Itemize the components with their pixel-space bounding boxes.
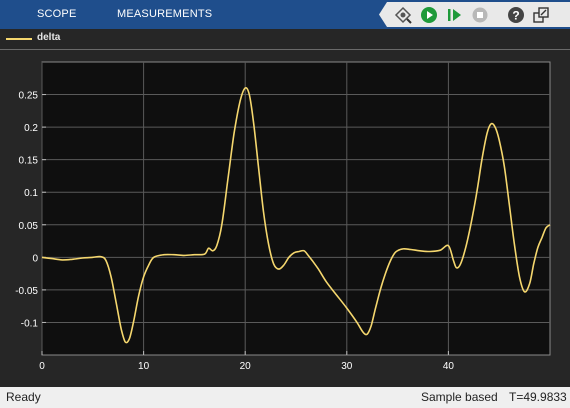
y-tick-label: 0.15 (19, 156, 39, 167)
scope-plot[interactable]: 0 10 20 30 40 -0.1 -0.05 0 0.05 0.1 0.15 0.2 0.25 (0, 50, 570, 387)
header-bar: SCOPE MEASUREMENTS ? (0, 0, 570, 29)
tab-scope[interactable]: SCOPE (37, 8, 77, 20)
undock-icon[interactable] (531, 5, 551, 25)
y-tick-label: 0.1 (24, 188, 38, 199)
y-tick-label: 0.25 (19, 91, 39, 102)
x-tick-label: 30 (341, 361, 353, 372)
y-tick-label: 0.2 (24, 123, 38, 134)
x-tick-label: 0 (39, 361, 45, 372)
help-icon[interactable]: ? (506, 5, 526, 25)
svg-text:?: ? (512, 9, 519, 23)
legend-line-swatch (6, 38, 32, 40)
run-icon[interactable] (419, 5, 439, 25)
y-tick-label: -0.05 (15, 286, 38, 297)
step-forward-icon[interactable] (444, 5, 464, 25)
y-tick-label: -0.1 (21, 318, 39, 329)
x-tick-label: 20 (240, 361, 252, 372)
y-tick-label: 0.05 (19, 221, 39, 232)
toolbar: ? (379, 2, 570, 27)
signal-select-icon[interactable] (393, 5, 413, 25)
status-bar: Ready Sample based T=49.9833 (0, 387, 570, 408)
status-time: T=49.9833 (509, 390, 567, 404)
status-ready: Ready (6, 390, 41, 404)
y-tick-label: 0 (32, 253, 38, 264)
legend-bar: delta (0, 29, 570, 50)
x-tick-label: 40 (443, 361, 455, 372)
tab-measurements[interactable]: MEASUREMENTS (117, 8, 212, 20)
stop-icon[interactable] (470, 5, 490, 25)
status-mode: Sample based (421, 390, 498, 404)
x-tick-label: 10 (138, 361, 150, 372)
legend-label: delta (37, 32, 61, 43)
